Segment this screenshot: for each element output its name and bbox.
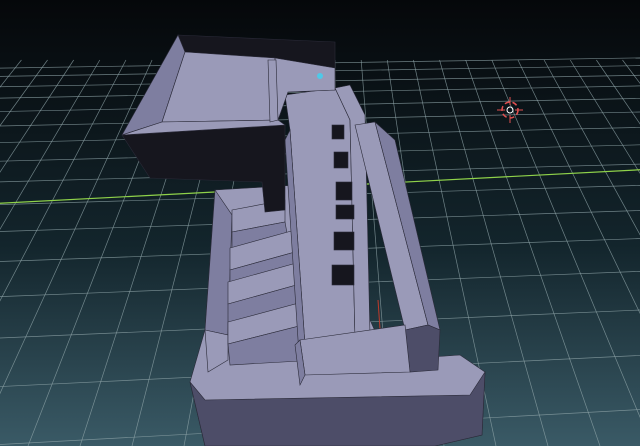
cubicle-opening [331,124,345,140]
cubicle-opening [335,181,353,201]
cubicle-opening [335,204,355,220]
right-wall-end [404,324,441,373]
upper-room-divider [267,59,279,123]
cubicle-opening [331,264,355,286]
scene-canvas[interactable] [0,0,640,446]
cubicle-opening [333,151,349,169]
cubicle-opening [333,231,355,251]
3d-viewport[interactable] [0,0,640,446]
selected-vertex-marker[interactable] [317,73,323,79]
